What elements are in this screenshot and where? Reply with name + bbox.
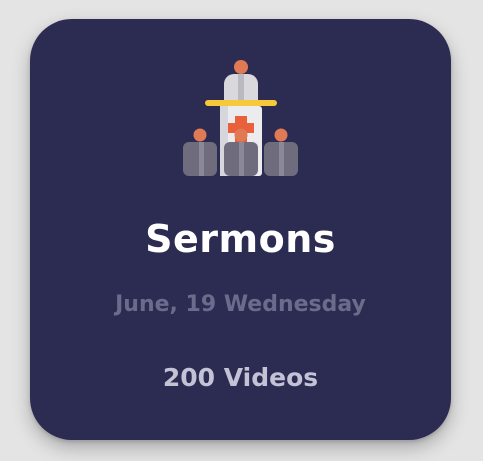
church-pulpit-icon xyxy=(180,59,302,179)
screen: Sermons June, 19 Wednesday 200 Videos xyxy=(0,0,483,461)
card-title: Sermons xyxy=(145,217,336,261)
video-count: 200 Videos xyxy=(162,363,319,392)
sermons-card[interactable]: Sermons June, 19 Wednesday 200 Videos xyxy=(30,19,451,440)
card-date: June, 19 Wednesday xyxy=(115,292,366,317)
